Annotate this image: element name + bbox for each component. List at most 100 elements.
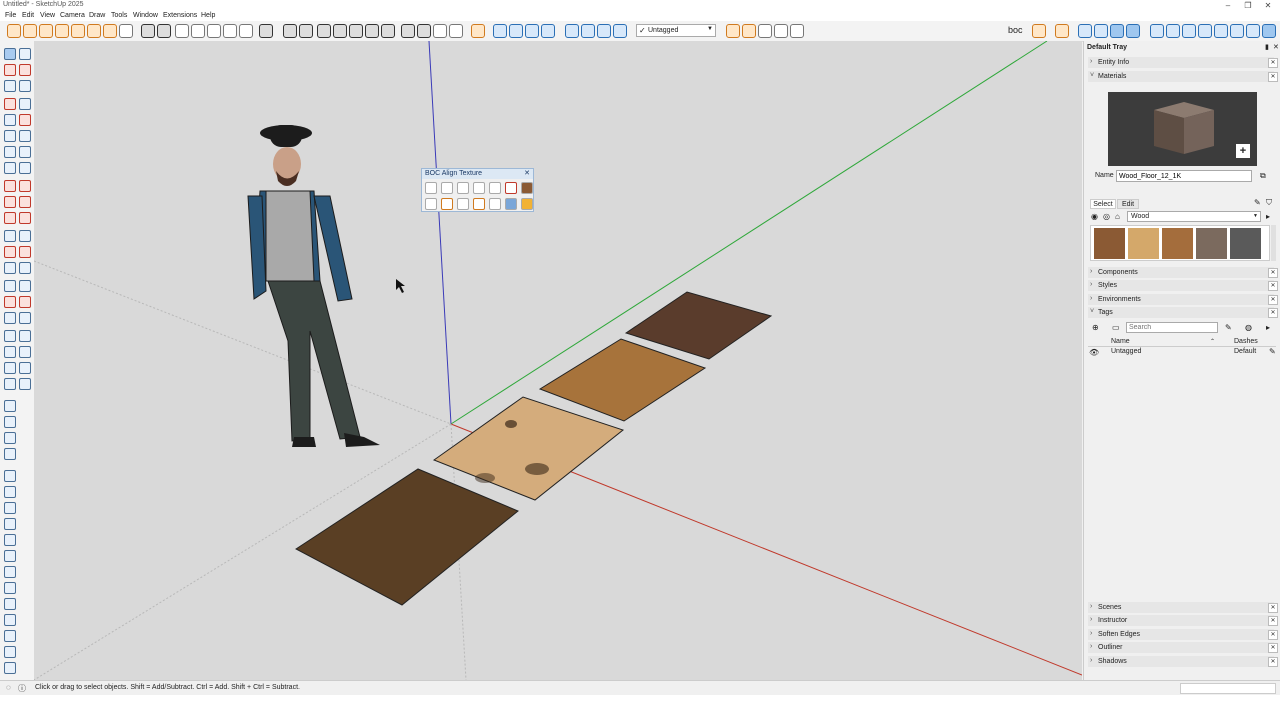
axes-icon[interactable] bbox=[87, 24, 101, 38]
section-styles[interactable]: › Styles bbox=[1088, 280, 1274, 291]
flip-edge-icon[interactable] bbox=[4, 432, 16, 444]
drape-icon[interactable] bbox=[4, 400, 16, 412]
tag-color-icon[interactable] bbox=[742, 24, 756, 38]
solid-tools-icon[interactable] bbox=[4, 448, 16, 460]
scenes-icon[interactable] bbox=[417, 24, 431, 38]
boc-label[interactable]: boc bbox=[1008, 25, 1023, 35]
rectangle-icon[interactable] bbox=[4, 114, 16, 126]
boc-settings-icon[interactable] bbox=[521, 198, 533, 210]
components-close-icon[interactable]: ✕ bbox=[1268, 268, 1278, 278]
tag-paint-icon[interactable] bbox=[4, 80, 16, 92]
pie-icon[interactable] bbox=[19, 162, 31, 174]
tag-dropdown[interactable]: ✓ Untagged ▼ bbox=[636, 24, 716, 37]
shaded-icon[interactable] bbox=[223, 24, 237, 38]
group-icon[interactable] bbox=[157, 24, 171, 38]
tag-show-all-icon[interactable] bbox=[790, 24, 804, 38]
left-view-icon[interactable] bbox=[525, 24, 539, 38]
boc-palette-icon[interactable] bbox=[505, 198, 517, 210]
material-name-field[interactable] bbox=[1116, 170, 1252, 182]
lock-icon[interactable] bbox=[449, 24, 463, 38]
line-tool-icon[interactable] bbox=[4, 98, 16, 110]
section-environments[interactable]: › Environments bbox=[1088, 294, 1274, 305]
tags-column-dashes[interactable]: Dashes bbox=[1234, 338, 1258, 345]
style-builder-icon[interactable] bbox=[1150, 24, 1164, 38]
front-view-icon[interactable] bbox=[493, 24, 507, 38]
minimize-button[interactable]: – bbox=[1218, 0, 1238, 11]
menu-extensions[interactable]: Extensions bbox=[163, 12, 197, 19]
axes-tool-icon[interactable] bbox=[19, 246, 31, 258]
boc-flip-icon[interactable] bbox=[441, 182, 453, 194]
add-folder-icon[interactable]: ▭ bbox=[1112, 323, 1120, 332]
details-arrow-icon[interactable]: ▸ bbox=[1266, 212, 1270, 221]
styles-close-icon[interactable]: ✕ bbox=[1268, 281, 1278, 291]
outliner-tool-icon[interactable] bbox=[1126, 24, 1140, 38]
protractor-icon[interactable] bbox=[55, 24, 69, 38]
scale-icon[interactable] bbox=[4, 212, 16, 224]
boc-extension-icon[interactable] bbox=[1032, 24, 1046, 38]
swatch-wood-4[interactable] bbox=[1196, 228, 1227, 259]
tag-tool-icon[interactable] bbox=[613, 24, 627, 38]
layout-icon[interactable] bbox=[401, 24, 415, 38]
photo-match-icon[interactable] bbox=[1230, 24, 1244, 38]
tray-toggle-icon[interactable] bbox=[1262, 24, 1276, 38]
section-tags[interactable]: ˅ Tags bbox=[1088, 307, 1274, 318]
soften-edges-close-icon[interactable]: ✕ bbox=[1268, 630, 1278, 640]
orbit-tool-icon[interactable] bbox=[4, 280, 16, 292]
walk-icon[interactable] bbox=[19, 330, 31, 342]
share-model-icon[interactable] bbox=[4, 582, 16, 594]
tag-row-name[interactable]: Untagged bbox=[1111, 348, 1141, 355]
eye-icon[interactable]: 👁 bbox=[1089, 348, 1099, 357]
outer-shell-icon[interactable] bbox=[365, 24, 379, 38]
section-outliner[interactable]: › Outliner bbox=[1088, 642, 1274, 653]
scene-manager-icon[interactable] bbox=[1166, 24, 1180, 38]
add-detail-icon[interactable] bbox=[4, 416, 16, 428]
tray-close-icon[interactable]: ✕ bbox=[1273, 43, 1279, 51]
scenes-close-icon[interactable]: ✕ bbox=[1268, 603, 1278, 613]
info-icon[interactable]: ⓘ bbox=[18, 683, 26, 694]
menu-file[interactable]: File bbox=[5, 12, 16, 19]
add-material-button[interactable]: + bbox=[1236, 144, 1250, 158]
component-icon[interactable] bbox=[141, 24, 155, 38]
freehand-icon[interactable] bbox=[19, 98, 31, 110]
union-icon[interactable] bbox=[4, 502, 16, 514]
paint-bucket-small-icon[interactable]: ⛉ bbox=[1266, 198, 1272, 208]
sandbox-from-scratch-icon[interactable] bbox=[19, 362, 31, 374]
boc-align-texture-dialog[interactable]: BOC Align Texture ✕ bbox=[421, 168, 534, 212]
move-icon[interactable] bbox=[4, 180, 16, 192]
intersect-tool-icon[interactable] bbox=[4, 486, 16, 498]
outer-shell-tool-icon[interactable] bbox=[4, 470, 16, 482]
boc-move-icon[interactable] bbox=[473, 182, 485, 194]
entity-info-close-icon[interactable]: ✕ bbox=[1268, 58, 1278, 68]
menu-tools[interactable]: Tools bbox=[111, 12, 127, 19]
offset-tool-icon[interactable] bbox=[19, 212, 31, 224]
orbit-icon[interactable] bbox=[283, 24, 297, 38]
swatch-wood-3[interactable] bbox=[1162, 228, 1193, 259]
menu-edit[interactable]: Edit bbox=[22, 12, 34, 19]
boc-align-icon[interactable] bbox=[505, 182, 517, 194]
split-icon[interactable] bbox=[4, 550, 16, 562]
layout-send-icon[interactable] bbox=[4, 614, 16, 626]
boc-pick-icon[interactable] bbox=[425, 198, 437, 210]
two-point-arc-icon[interactable] bbox=[19, 146, 31, 158]
hidden-line-icon[interactable] bbox=[207, 24, 221, 38]
boc-tweak-icon[interactable] bbox=[457, 198, 469, 210]
3d-text-icon[interactable] bbox=[19, 262, 31, 274]
zoom-window-icon[interactable] bbox=[19, 296, 31, 308]
import-icon[interactable] bbox=[4, 630, 16, 642]
menu-view[interactable]: View bbox=[40, 12, 55, 19]
sandbox-from-contours-icon[interactable] bbox=[4, 362, 16, 374]
section-soften-edges[interactable]: › Soften Edges bbox=[1088, 629, 1274, 640]
environments-close-icon[interactable]: ✕ bbox=[1268, 295, 1278, 305]
previous-view-icon[interactable] bbox=[19, 312, 31, 324]
section-entity-info[interactable]: › Entity Info bbox=[1088, 57, 1274, 68]
section-components[interactable]: › Components bbox=[1088, 267, 1274, 278]
section-scenes[interactable]: › Scenes bbox=[1088, 602, 1274, 613]
push-pull-icon[interactable] bbox=[19, 180, 31, 192]
position-camera-icon[interactable] bbox=[4, 330, 16, 342]
export-icon[interactable] bbox=[4, 646, 16, 658]
follow-me-icon[interactable] bbox=[317, 24, 331, 38]
tags-close-icon[interactable]: ✕ bbox=[1268, 308, 1278, 318]
material-browser-icon[interactable] bbox=[1094, 24, 1108, 38]
tab-select[interactable]: Select bbox=[1090, 199, 1116, 209]
paint-bucket-icon[interactable] bbox=[4, 64, 16, 76]
